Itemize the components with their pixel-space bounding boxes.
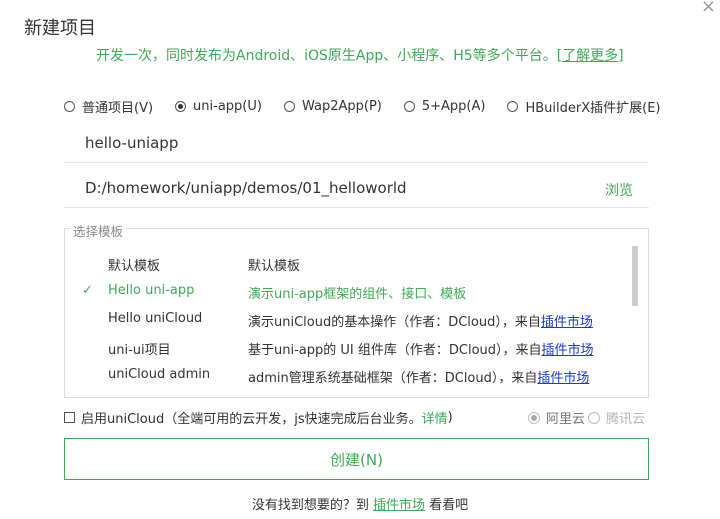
radio-icon	[283, 101, 295, 112]
footer-prefix: 没有找到想要的？到	[251, 498, 373, 513]
radio-uni-app[interactable]: uni-app(U)	[175, 97, 262, 116]
dialog-title: 新建项目	[24, 18, 96, 39]
radio-5plus-app[interactable]: 5+App(A)	[403, 97, 486, 116]
radio-tencent-cloud[interactable]: 腾讯云	[588, 408, 645, 427]
radio-selected-icon	[175, 101, 187, 112]
radio-label: 5+App(A)	[421, 99, 486, 114]
footer-suffix: 看看吧	[425, 498, 469, 513]
project-type-group: 普通项目(V) uni-app(U) Wap2App(P) 5+App(A) H…	[64, 97, 661, 116]
template-name: uniCloud admin	[108, 367, 211, 382]
footer-hint: 没有找到想要的？到 插件市场 看看吧	[0, 494, 720, 513]
template-item-unicloud-admin[interactable]: uniCloud admin admin管理系统基础框架（作者：DCloud），…	[80, 362, 625, 390]
template-desc-text: admin管理系统基础框架（作者：DCloud），来自	[248, 371, 538, 386]
template-name: 默认模板	[108, 259, 161, 274]
subtitle-text: 开发一次，同时发布为Android、iOS原生App、小程序、H5等多个平台。	[96, 48, 557, 64]
template-legend: 选择模板	[70, 221, 127, 240]
template-list: 默认模板 默认模板 ✓ Hello uni-app 演示uni-app框架的组件…	[80, 250, 625, 390]
template-desc: 演示uniCloud的基本操作（作者：DCloud），来自插件市场	[248, 311, 593, 330]
check-icon: ✓	[82, 283, 93, 298]
radio-wap2app[interactable]: Wap2App(P)	[283, 97, 382, 116]
template-name: Hello uni-app	[108, 283, 195, 298]
create-button[interactable]: 创建(N)	[64, 438, 649, 480]
close-icon[interactable]: ×	[701, 0, 716, 17]
radio-selected-icon	[528, 411, 540, 424]
browse-button[interactable]: 浏览	[605, 180, 633, 200]
project-name-input[interactable]	[83, 133, 587, 153]
radio-hbuilderx-plugin[interactable]: HBuilderX插件扩展(E)	[507, 97, 661, 116]
radio-aliyun[interactable]: 阿里云	[528, 408, 585, 427]
template-item-uni-ui[interactable]: uni-ui项目 基于uni-app的 UI 组件库（作者：DCloud），来自…	[80, 334, 625, 362]
close-paren: )	[447, 410, 453, 425]
template-item-hello-uni-app[interactable]: ✓ Hello uni-app 演示uni-app框架的组件、接口、模板	[80, 278, 625, 306]
radio-label: uni-app(U)	[193, 99, 262, 114]
template-desc: 演示uni-app框架的组件、接口、模板	[248, 287, 467, 302]
provider-label: 阿里云	[546, 412, 586, 427]
plugin-market-link[interactable]: 插件市场	[542, 343, 594, 358]
project-name-field	[64, 123, 649, 163]
learn-more-link[interactable]: [了解更多]	[557, 48, 624, 64]
template-scrollbar[interactable]	[632, 246, 638, 306]
template-desc: 基于uni-app的 UI 组件库（作者：DCloud），来自插件市场	[248, 339, 594, 358]
cloud-provider-group: 阿里云 腾讯云	[525, 408, 645, 427]
template-name: Hello uniCloud	[108, 311, 203, 326]
dialog-subtitle: 开发一次，同时发布为Android、iOS原生App、小程序、H5等多个平台。[…	[96, 45, 624, 65]
template-item-hello-unicloud[interactable]: Hello uniCloud 演示uniCloud的基本操作（作者：DCloud…	[80, 306, 625, 334]
radio-icon	[507, 101, 519, 112]
radio-icon	[64, 101, 75, 112]
project-path-input[interactable]	[83, 178, 587, 198]
radio-label: HBuilderX插件扩展(E)	[525, 101, 661, 116]
radio-label: Wap2App(P)	[301, 99, 382, 114]
radio-normal-project[interactable]: 普通项目(V)	[64, 97, 153, 116]
radio-icon	[588, 411, 601, 424]
template-desc: admin管理系统基础框架（作者：DCloud），来自插件市场	[248, 367, 589, 386]
radio-label: 普通项目(V)	[82, 101, 154, 116]
project-path-field: 浏览	[64, 168, 649, 208]
unicloud-details-link[interactable]: 详情	[422, 408, 448, 427]
enable-unicloud-row: 启用uniCloud（全端可用的云开发，js快速完成后台业务。 详情)	[64, 408, 453, 427]
template-desc-text: 演示uniCloud的基本操作（作者：DCloud），来自	[248, 315, 541, 330]
footer-plugin-market-link[interactable]: 插件市场	[373, 498, 425, 513]
template-desc: 默认模板	[248, 259, 301, 274]
enable-unicloud-label: 启用uniCloud（全端可用的云开发，js快速完成后台业务。	[81, 412, 422, 427]
provider-label: 腾讯云	[606, 412, 646, 427]
template-desc-text: 基于uni-app的 UI 组件库（作者：DCloud），来自	[248, 343, 542, 358]
template-name: uni-ui项目	[108, 343, 171, 358]
enable-unicloud-checkbox[interactable]	[64, 412, 75, 423]
template-item-default[interactable]: 默认模板 默认模板	[80, 250, 625, 278]
radio-icon	[403, 101, 415, 112]
plugin-market-link[interactable]: 插件市场	[541, 315, 593, 330]
plugin-market-link[interactable]: 插件市场	[537, 371, 589, 386]
